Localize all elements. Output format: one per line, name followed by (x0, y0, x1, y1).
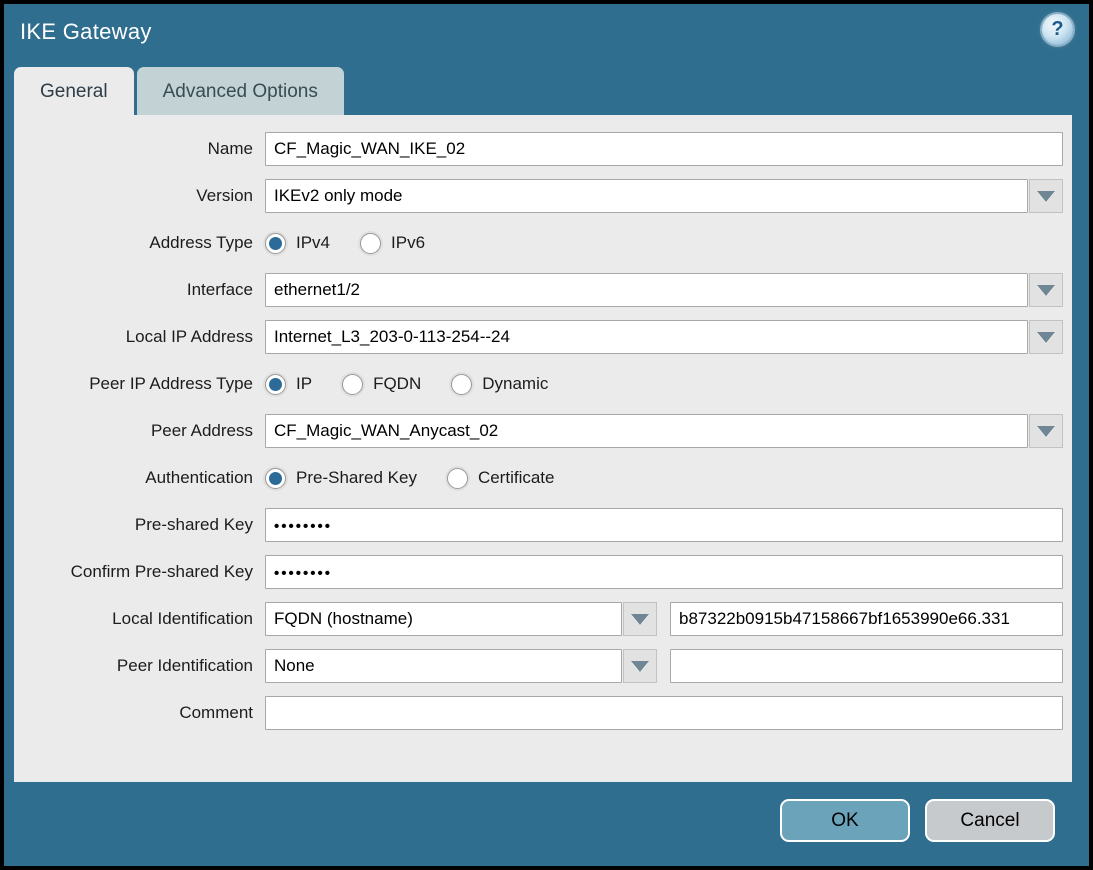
ok-button[interactable]: OK (780, 799, 910, 842)
address-type-label: Address Type (14, 233, 265, 253)
address-type-radio-group: IPv4 IPv6 (265, 233, 1063, 254)
radio-pre-shared-key-label: Pre-Shared Key (296, 468, 417, 488)
psk-input[interactable] (265, 508, 1063, 542)
comment-input[interactable] (265, 696, 1063, 730)
name-input[interactable] (265, 132, 1063, 166)
tab-bar: General Advanced Options (14, 67, 344, 115)
radio-pre-shared-key[interactable] (265, 468, 286, 489)
chevron-down-icon[interactable] (1029, 179, 1063, 213)
chevron-down-icon[interactable] (1029, 273, 1063, 307)
dialog-title: IKE Gateway (20, 19, 152, 45)
peer-ip-type-label: Peer IP Address Type (14, 374, 265, 394)
radio-fqdn[interactable] (342, 374, 363, 395)
local-ip-dropdown[interactable] (265, 320, 1063, 354)
form-row-psk: Pre-shared Key (14, 508, 1063, 542)
interface-dropdown[interactable] (265, 273, 1063, 307)
authentication-radio-group: Pre-Shared Key Certificate (265, 468, 1063, 489)
radio-fqdn-label: FQDN (373, 374, 421, 394)
radio-dynamic[interactable] (451, 374, 472, 395)
radio-certificate-label: Certificate (478, 468, 555, 488)
confirm-psk-label: Confirm Pre-shared Key (14, 562, 265, 582)
name-label: Name (14, 139, 265, 159)
form-row-peer-id: Peer Identification (14, 649, 1063, 683)
peer-address-input[interactable] (265, 414, 1028, 448)
radio-ip-label: IP (296, 374, 312, 394)
interface-label: Interface (14, 280, 265, 300)
form-row-local-id: Local Identification (14, 602, 1063, 636)
radio-selected-dot (269, 237, 282, 250)
psk-label: Pre-shared Key (14, 515, 265, 535)
peer-address-label: Peer Address (14, 421, 265, 441)
chevron-down-icon[interactable] (1029, 414, 1063, 448)
form-row-version: Version (14, 179, 1063, 213)
radio-ipv6[interactable] (360, 233, 381, 254)
cancel-button[interactable]: Cancel (925, 799, 1055, 842)
radio-ipv4[interactable] (265, 233, 286, 254)
radio-dynamic-label: Dynamic (482, 374, 548, 394)
general-tab-panel: Name Version Address Type IPv4 IPv6 Inte… (14, 115, 1072, 782)
chevron-down-icon[interactable] (623, 649, 657, 683)
version-label: Version (14, 186, 265, 206)
help-icon[interactable]: ? (1042, 14, 1073, 45)
form-row-comment: Comment (14, 696, 1063, 730)
form-row-peer-ip-type: Peer IP Address Type IP FQDN Dynamic (14, 367, 1063, 401)
form-row-peer-address: Peer Address (14, 414, 1063, 448)
local-id-label: Local Identification (14, 609, 265, 629)
peer-id-label: Peer Identification (14, 656, 265, 676)
tab-advanced-options[interactable]: Advanced Options (137, 67, 344, 115)
radio-ipv6-label: IPv6 (391, 233, 425, 253)
interface-input[interactable] (265, 273, 1028, 307)
local-id-type-input[interactable] (265, 602, 622, 636)
local-id-type-dropdown[interactable] (265, 602, 657, 636)
form-row-name: Name (14, 132, 1063, 166)
peer-id-type-input[interactable] (265, 649, 622, 683)
local-id-value-input[interactable] (670, 602, 1063, 636)
dialog-titlebar: IKE Gateway ? (4, 4, 1089, 66)
form-row-address-type: Address Type IPv4 IPv6 (14, 226, 1063, 260)
version-dropdown[interactable] (265, 179, 1063, 213)
form-row-interface: Interface (14, 273, 1063, 307)
version-input[interactable] (265, 179, 1028, 213)
form-row-local-ip: Local IP Address (14, 320, 1063, 354)
local-ip-label: Local IP Address (14, 327, 265, 347)
radio-ipv4-label: IPv4 (296, 233, 330, 253)
radio-selected-dot (269, 378, 282, 391)
dialog-footer: OK Cancel (780, 799, 1055, 842)
peer-address-dropdown[interactable] (265, 414, 1063, 448)
form-row-authentication: Authentication Pre-Shared Key Certificat… (14, 461, 1063, 495)
radio-ip[interactable] (265, 374, 286, 395)
authentication-label: Authentication (14, 468, 265, 488)
local-ip-input[interactable] (265, 320, 1028, 354)
peer-ip-type-radio-group: IP FQDN Dynamic (265, 374, 1063, 395)
form-row-confirm-psk: Confirm Pre-shared Key (14, 555, 1063, 589)
radio-selected-dot (269, 472, 282, 485)
chevron-down-icon[interactable] (1029, 320, 1063, 354)
comment-label: Comment (14, 703, 265, 723)
tab-general[interactable]: General (14, 67, 134, 115)
chevron-down-icon[interactable] (623, 602, 657, 636)
peer-id-type-dropdown[interactable] (265, 649, 657, 683)
ike-gateway-dialog: IKE Gateway ? General Advanced Options N… (4, 4, 1089, 866)
confirm-psk-input[interactable] (265, 555, 1063, 589)
radio-certificate[interactable] (447, 468, 468, 489)
peer-id-value-input[interactable] (670, 649, 1063, 683)
